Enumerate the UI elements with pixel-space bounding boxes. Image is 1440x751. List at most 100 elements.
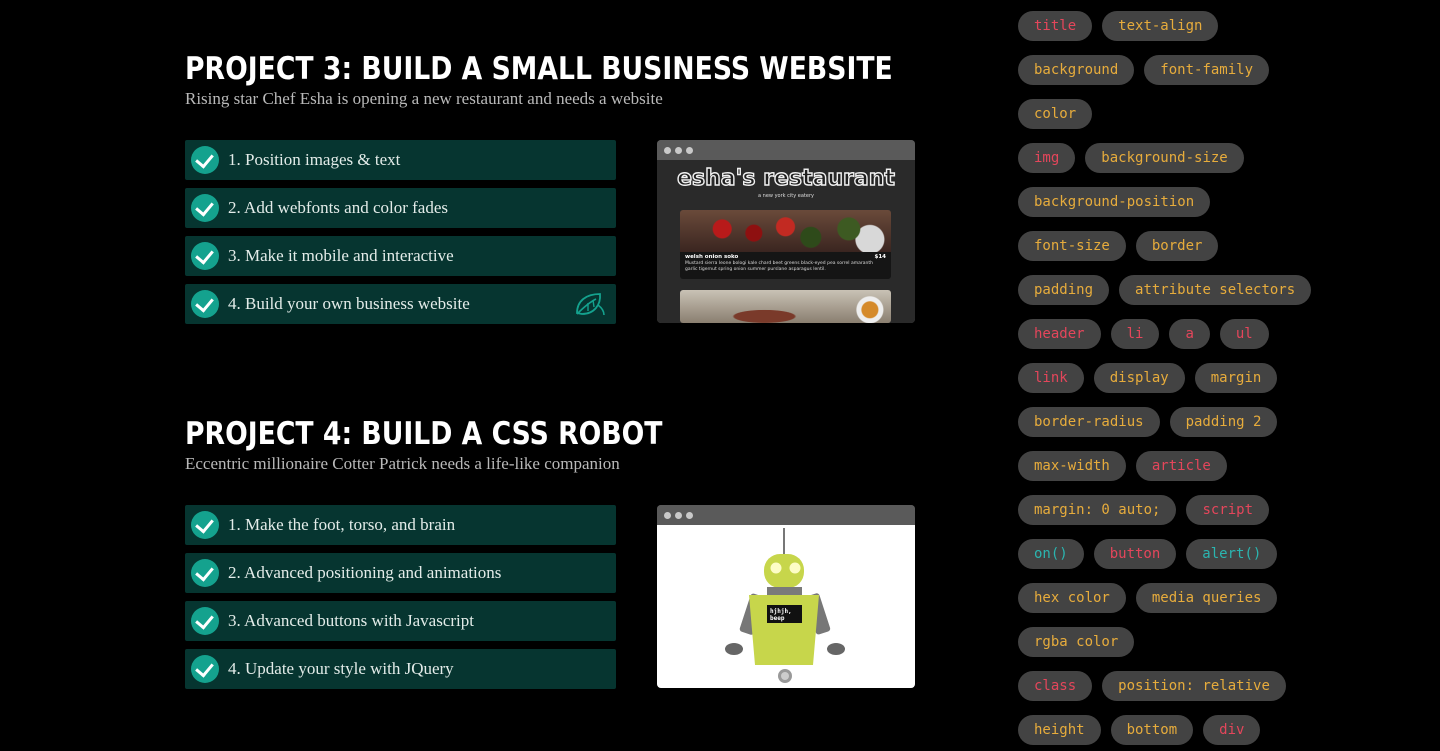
skill-tag[interactable]: max-width: [1018, 451, 1126, 481]
step-label: 4. Update your style with JQuery: [228, 659, 454, 678]
robot-illustration: hjhjh, beep: [725, 528, 845, 683]
tag-row: rgba color: [1018, 627, 1438, 671]
skill-tag[interactable]: header: [1018, 319, 1101, 349]
skill-tag[interactable]: img: [1018, 143, 1076, 173]
skill-tag[interactable]: div: [1203, 715, 1261, 745]
skill-tag[interactable]: border: [1135, 231, 1219, 261]
tag-row: on() button alert(): [1018, 539, 1438, 583]
browser-titlebar: [657, 140, 915, 160]
project-4-section: PROJECT 4: BUILD A CSS ROBOT Eccentric m…: [185, 415, 925, 689]
tag-row: background font-family: [1018, 55, 1438, 99]
skill-tag[interactable]: title: [1018, 11, 1093, 41]
skill-tag[interactable]: class: [1018, 671, 1093, 701]
step-label: 2. Add webfonts and color fades: [228, 198, 449, 217]
tag-row: padding attribute selectors: [1018, 275, 1438, 319]
skill-tag[interactable]: padding 2: [1169, 407, 1278, 437]
robot-preview: hjhjh, beep: [657, 525, 915, 688]
window-dot: [664, 511, 671, 519]
skill-tag[interactable]: li: [1110, 319, 1160, 349]
skill-tag[interactable]: background: [1018, 55, 1135, 85]
tag-row: height bottom div: [1018, 715, 1438, 751]
skill-tag[interactable]: text-align: [1102, 11, 1219, 41]
skill-tag[interactable]: display: [1093, 363, 1185, 393]
tag-row: header li a ul: [1018, 319, 1438, 363]
skill-tag[interactable]: margin: [1194, 363, 1278, 393]
skill-tag[interactable]: button: [1093, 539, 1177, 569]
step-label: 2. Advanced positioning and animations: [228, 563, 502, 582]
window-dot: [675, 146, 682, 154]
check-icon: [191, 655, 219, 683]
project-4-title: PROJECT 4: BUILD A CSS ROBOT: [185, 416, 663, 452]
step-item[interactable]: 1. Position images & text: [185, 140, 616, 180]
skill-tag[interactable]: media queries: [1135, 583, 1278, 613]
tag-row: margin: 0 auto; script: [1018, 495, 1438, 539]
skill-tag[interactable]: attribute selectors: [1119, 275, 1312, 305]
check-icon: [191, 607, 219, 635]
restaurant-preview: esha's restaurant a new york city eatery…: [657, 160, 915, 323]
dish-card: welsh onion soko $14 Mustard sierra leon…: [680, 210, 891, 279]
skill-tag[interactable]: rgba color: [1018, 627, 1135, 657]
skill-tags: title text-align background font-family colo…: [1018, 11, 1438, 751]
step-item[interactable]: 2. Advanced positioning and animations: [185, 553, 616, 593]
tag-row: hex color media queries: [1018, 583, 1438, 627]
skill-tag[interactable]: font-size: [1018, 231, 1126, 261]
check-icon: [191, 511, 219, 539]
window-dot: [675, 511, 682, 519]
restaurant-preview-window: esha's restaurant a new york city eatery…: [657, 140, 915, 323]
check-icon: [191, 290, 219, 318]
tag-row: title text-align: [1018, 11, 1438, 55]
robot-screen-text-2: beep: [770, 615, 785, 622]
skill-tag[interactable]: bottom: [1110, 715, 1194, 745]
skill-tag[interactable]: padding: [1018, 275, 1110, 305]
dish-price: $14: [874, 254, 886, 260]
step-item[interactable]: 2. Add webfonts and color fades: [185, 188, 616, 228]
dish-description: Mustard sierra leone bologi kale chard b…: [685, 261, 873, 272]
window-dot: [686, 511, 693, 519]
skill-tag[interactable]: color: [1018, 99, 1093, 129]
skill-tag[interactable]: on(): [1018, 539, 1084, 569]
tag-row: class position: relative: [1018, 671, 1438, 715]
robot-screen-text-1: hjhjh,: [770, 608, 792, 615]
check-icon: [191, 242, 219, 270]
window-dot: [686, 146, 693, 154]
tag-row: color: [1018, 99, 1438, 143]
project-4-subtitle: Eccentric millionaire Cotter Patrick nee…: [185, 454, 620, 473]
skill-tag[interactable]: background-size: [1085, 143, 1244, 173]
step-item[interactable]: 3. Make it mobile and interactive: [185, 236, 616, 276]
skill-tag[interactable]: link: [1018, 363, 1084, 393]
step-label: 3. Advanced buttons with Javascript: [228, 611, 474, 630]
skill-tag[interactable]: position: relative: [1102, 671, 1286, 701]
step-item[interactable]: 1. Make the foot, torso, and brain: [185, 505, 616, 545]
check-icon: [191, 559, 219, 587]
skill-tag[interactable]: script: [1186, 495, 1270, 525]
step-item[interactable]: 4. Build your own business website: [185, 284, 616, 324]
skill-tag[interactable]: border-radius: [1018, 407, 1160, 437]
tag-row: background-position: [1018, 187, 1438, 231]
project-3-title: PROJECT 3: BUILD A SMALL BUSINESS WEBSIT…: [185, 51, 893, 87]
skill-tag[interactable]: alert(): [1186, 539, 1278, 569]
project-3-subtitle: Rising star Chef Esha is opening a new r…: [185, 89, 663, 108]
leaf-icon: [576, 293, 605, 316]
check-icon: [191, 194, 219, 222]
project-3-section: PROJECT 3: BUILD A SMALL BUSINESS WEBSIT…: [185, 50, 925, 324]
skill-tag[interactable]: height: [1018, 715, 1101, 745]
skill-tag[interactable]: margin: 0 auto;: [1018, 495, 1177, 525]
robot-preview-window: hjhjh, beep: [657, 505, 915, 688]
skill-tag[interactable]: font-family: [1144, 55, 1270, 85]
dish-photo-2: [680, 290, 891, 323]
skill-tag[interactable]: ul: [1219, 319, 1269, 349]
step-item[interactable]: 4. Update your style with JQuery: [185, 649, 616, 689]
skill-tag[interactable]: background-position: [1018, 187, 1211, 217]
project-4-steps: 1. Make the foot, torso, and brain 2. Ad…: [185, 505, 616, 697]
step-label: 3. Make it mobile and interactive: [228, 246, 454, 265]
dish-name: welsh onion soko: [685, 254, 739, 260]
skill-tag[interactable]: article: [1135, 451, 1227, 481]
window-dot: [664, 146, 671, 154]
step-item[interactable]: 3. Advanced buttons with Javascript: [185, 601, 616, 641]
skill-tag[interactable]: hex color: [1018, 583, 1126, 613]
tag-row: link display margin: [1018, 363, 1438, 407]
browser-titlebar: [657, 505, 915, 525]
step-label: 1. Make the foot, torso, and brain: [228, 515, 456, 534]
dish-caption: welsh onion soko $14 Mustard sierra leon…: [680, 252, 891, 279]
skill-tag[interactable]: a: [1169, 319, 1210, 349]
